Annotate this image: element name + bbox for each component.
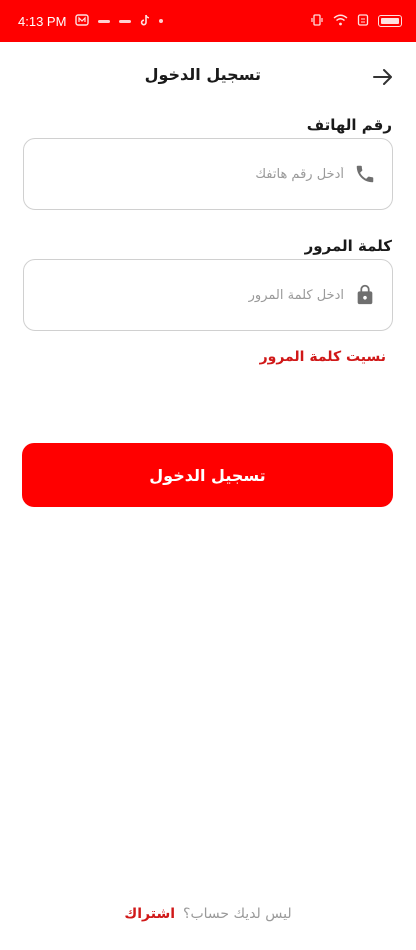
arrow-right-icon [373,69,392,85]
signup-question: ليس لديك حساب؟ [183,906,292,922]
phone-input[interactable] [24,154,344,194]
vibrate-icon [310,14,324,28]
header: تسجيل الدخول [0,56,416,96]
forgot-password-link[interactable]: نسيت كلمة المرور [260,349,386,365]
more-notifications-icon [159,19,164,23]
signup-row: ليس لديك حساب؟ اشتراك [0,906,416,922]
login-button[interactable]: تسجيل الدخول [22,443,393,507]
password-input[interactable] [24,275,344,315]
notification-dash-icon-2 [119,19,132,23]
phone-label: رقم الهاتف [306,116,392,134]
status-bar: 4:13 PM [0,0,416,42]
notification-dash-icon [98,19,111,23]
phone-field[interactable] [23,138,393,210]
back-button[interactable] [368,62,398,92]
notification-box-icon [75,14,90,28]
status-time: 4:13 PM [18,13,67,29]
page-title: تسجيل الدخول [144,65,261,84]
status-left: 4:13 PM [18,13,164,29]
status-right [310,14,402,28]
tiktok-icon [140,14,150,28]
sim-icon [357,14,369,28]
password-field[interactable] [23,259,393,331]
login-screen: 4:13 PM تسجيل الدخول رقم الهاتف أدخل رقم… [0,0,416,950]
lock-icon [352,282,378,308]
phone-icon [352,161,378,187]
battery-icon [378,15,402,27]
password-label: كلمة المرور [304,237,392,255]
signup-link[interactable]: اشتراك [124,906,175,922]
wifi-icon [333,14,348,28]
